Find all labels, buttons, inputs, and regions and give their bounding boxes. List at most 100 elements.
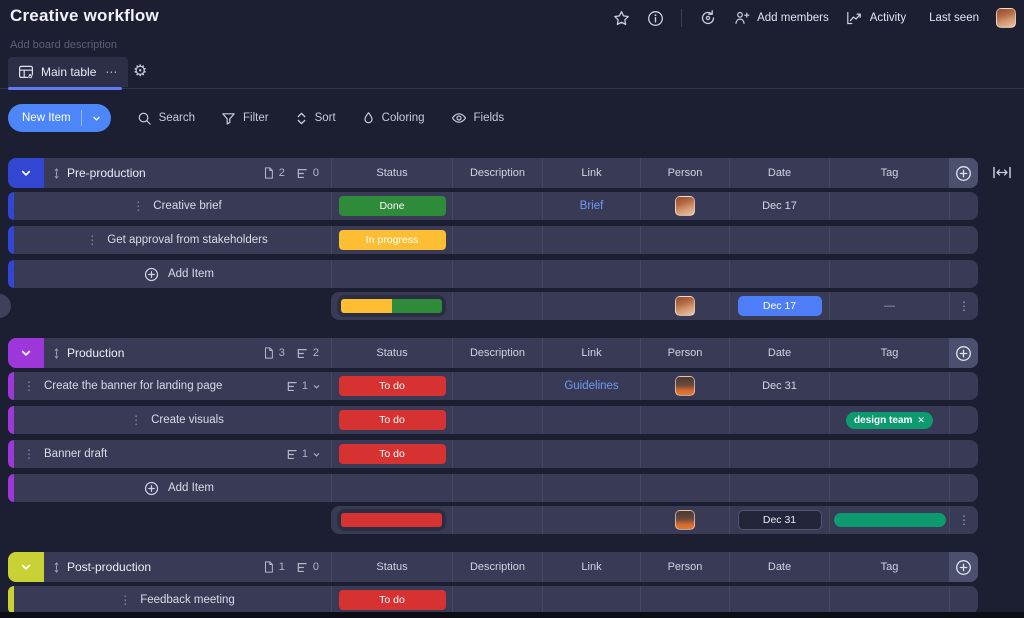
tab-main-table[interactable]: Main table ⋯ bbox=[8, 57, 128, 87]
summary-status-cell[interactable] bbox=[331, 292, 452, 320]
column-header-person[interactable]: Person bbox=[640, 158, 729, 188]
item-name-cell[interactable]: ⋮Get approval from stakeholders bbox=[14, 226, 331, 254]
item-name[interactable]: Create visuals bbox=[151, 414, 224, 426]
filter-button[interactable]: Filter bbox=[221, 111, 269, 126]
item-name-cell[interactable]: ⋮Create the banner for landing page1 bbox=[14, 372, 331, 400]
column-header-link[interactable]: Link bbox=[542, 158, 640, 188]
summary-date-pill[interactable]: Dec 17 bbox=[738, 296, 822, 316]
last-seen-avatar[interactable] bbox=[996, 8, 1016, 28]
item-name[interactable]: Banner draft bbox=[44, 448, 107, 460]
status-distribution-bar[interactable] bbox=[337, 295, 446, 317]
group-title[interactable]: Post-production bbox=[67, 560, 151, 574]
group-title[interactable]: Production bbox=[67, 346, 124, 360]
info-icon[interactable] bbox=[647, 10, 664, 27]
summary-status-cell[interactable] bbox=[331, 506, 452, 534]
board-description-placeholder[interactable]: Add board description bbox=[10, 39, 117, 51]
fields-button[interactable]: Fields bbox=[451, 111, 505, 125]
link-cell[interactable]: Guidelines bbox=[542, 372, 640, 400]
avatar-woman-orange-shirt[interactable] bbox=[675, 510, 695, 530]
add-item-row[interactable]: Add Item bbox=[8, 260, 978, 288]
summary-tag-cell[interactable] bbox=[829, 506, 949, 534]
integrations-sync-icon[interactable] bbox=[699, 9, 717, 27]
item-name-cell[interactable]: ⋮Create visuals bbox=[14, 406, 331, 434]
description-cell[interactable] bbox=[452, 440, 542, 468]
drag-handle-icon[interactable] bbox=[52, 347, 61, 360]
summary-person-cell[interactable] bbox=[640, 506, 729, 534]
date-cell[interactable]: Dec 17 bbox=[729, 192, 829, 220]
description-cell[interactable] bbox=[452, 406, 542, 434]
description-cell[interactable] bbox=[452, 192, 542, 220]
link-cell[interactable] bbox=[542, 260, 640, 288]
item-name[interactable]: Feedback meeting bbox=[140, 594, 235, 606]
drag-handle-icon[interactable] bbox=[52, 561, 61, 574]
summary-tag-cell[interactable]: — bbox=[829, 292, 949, 320]
date-cell[interactable] bbox=[729, 406, 829, 434]
new-item-button[interactable]: New Item bbox=[8, 104, 111, 132]
group-collapse-button[interactable] bbox=[8, 552, 44, 582]
status-cell[interactable]: Done bbox=[331, 192, 452, 220]
favorite-star-icon[interactable] bbox=[613, 10, 630, 27]
link-cell[interactable] bbox=[542, 586, 640, 614]
column-header-description[interactable]: Description bbox=[452, 552, 542, 582]
add-column-button[interactable] bbox=[949, 338, 978, 368]
status-pill[interactable]: To do bbox=[339, 410, 446, 430]
tag-chip[interactable]: design team✕ bbox=[846, 412, 933, 429]
description-cell[interactable] bbox=[452, 260, 542, 288]
tag-cell[interactable] bbox=[829, 372, 949, 400]
add-column-button[interactable] bbox=[949, 552, 978, 582]
date-cell[interactable] bbox=[729, 440, 829, 468]
summary-date-cell[interactable]: Dec 31 bbox=[729, 506, 829, 534]
summary-menu-cell[interactable]: ⋮ bbox=[949, 292, 978, 320]
column-header-date[interactable]: Date bbox=[729, 552, 829, 582]
description-cell[interactable] bbox=[452, 372, 542, 400]
row-menu-icon[interactable]: ⋮ bbox=[110, 593, 140, 607]
status-pill[interactable]: Done bbox=[339, 196, 446, 216]
column-header-link[interactable]: Link bbox=[542, 338, 640, 368]
row-menu-icon[interactable]: ⋮ bbox=[14, 379, 44, 393]
row-menu-icon[interactable]: ⋮ bbox=[123, 199, 153, 213]
row-menu-icon[interactable]: ⋮ bbox=[14, 447, 44, 461]
column-header-date[interactable]: Date bbox=[729, 158, 829, 188]
kebab-menu-icon[interactable]: ⋮ bbox=[958, 513, 970, 527]
person-cell[interactable] bbox=[640, 474, 729, 502]
tag-cell[interactable] bbox=[829, 226, 949, 254]
summary-tag-bar[interactable] bbox=[834, 513, 946, 527]
sort-button[interactable]: Sort bbox=[295, 111, 336, 126]
date-cell[interactable] bbox=[729, 586, 829, 614]
status-cell[interactable]: To do bbox=[331, 440, 452, 468]
add-column-button[interactable] bbox=[949, 158, 978, 188]
link-cell[interactable] bbox=[542, 440, 640, 468]
remove-tag-icon[interactable]: ✕ bbox=[917, 415, 925, 426]
status-pill[interactable]: To do bbox=[339, 444, 446, 464]
group-title[interactable]: Pre-production bbox=[67, 166, 146, 180]
avatar-woman-red-hair[interactable] bbox=[675, 196, 695, 216]
add-item-row[interactable]: Add Item bbox=[8, 474, 978, 502]
status-cell[interactable] bbox=[331, 260, 452, 288]
column-header-person[interactable]: Person bbox=[640, 338, 729, 368]
add-members-button[interactable]: Add members bbox=[734, 10, 829, 26]
item-name-cell[interactable]: ⋮Banner draft1 bbox=[14, 440, 331, 468]
column-header-person[interactable]: Person bbox=[640, 552, 729, 582]
column-resize-icon[interactable] bbox=[992, 165, 1012, 180]
new-item-dropdown-caret-icon[interactable] bbox=[81, 110, 111, 126]
tab-options-icon[interactable]: ⋯ bbox=[103, 65, 118, 79]
board-settings-gear-icon[interactable]: ⚙ bbox=[133, 63, 147, 81]
coloring-button[interactable]: Coloring bbox=[362, 111, 425, 126]
item-name[interactable]: Get approval from stakeholders bbox=[107, 234, 267, 246]
person-cell[interactable] bbox=[640, 440, 729, 468]
row-menu-icon[interactable]: ⋮ bbox=[121, 413, 151, 427]
description-cell[interactable] bbox=[452, 226, 542, 254]
group-collapse-button[interactable] bbox=[8, 158, 44, 188]
summary-person-cell[interactable] bbox=[640, 292, 729, 320]
tag-cell[interactable]: design team✕ bbox=[829, 406, 949, 434]
person-cell[interactable] bbox=[640, 406, 729, 434]
status-cell[interactable]: To do bbox=[331, 372, 452, 400]
description-cell[interactable] bbox=[452, 474, 542, 502]
tag-cell[interactable] bbox=[829, 474, 949, 502]
column-header-tag[interactable]: Tag bbox=[829, 552, 949, 582]
column-header-description[interactable]: Description bbox=[452, 158, 542, 188]
link-cell[interactable] bbox=[542, 406, 640, 434]
date-cell[interactable] bbox=[729, 260, 829, 288]
column-header-date[interactable]: Date bbox=[729, 338, 829, 368]
summary-menu-cell[interactable]: ⋮ bbox=[949, 506, 978, 534]
